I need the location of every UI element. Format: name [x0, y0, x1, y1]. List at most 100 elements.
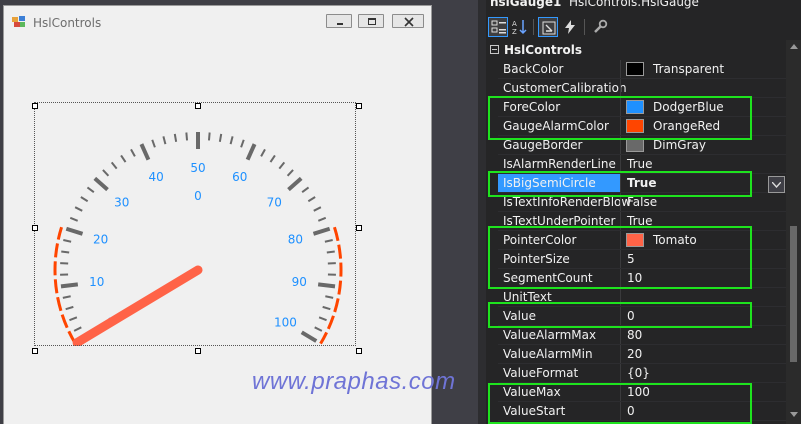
svg-text:Z: Z [512, 28, 517, 35]
minimize-button[interactable] [326, 14, 352, 28]
property-value[interactable]: {0} [627, 366, 650, 380]
property-value[interactable]: DimGray [653, 138, 706, 152]
resize-handle-top-left[interactable] [32, 103, 38, 109]
maximize-button[interactable] [358, 14, 384, 28]
property-value[interactable]: 80 [627, 328, 642, 342]
panel-splitter[interactable] [478, 0, 486, 424]
property-value[interactable]: 10 [627, 271, 642, 285]
property-row[interactable]: PointerColor Tomato [498, 231, 786, 250]
column-divider [620, 345, 621, 363]
property-value[interactable]: True [627, 176, 656, 190]
property-row[interactable]: IsTextUnderPointer True [498, 212, 786, 231]
collapse-icon[interactable] [490, 45, 499, 54]
property-value[interactable]: False [627, 195, 657, 209]
column-divider [620, 269, 621, 287]
column-divider [620, 402, 621, 420]
object-name: hslGauge1 [490, 0, 562, 9]
property-name: ForeColor [503, 100, 561, 114]
property-value[interactable]: 100 [627, 385, 650, 399]
property-row[interactable]: Value 0 [498, 307, 786, 326]
resize-handle-top-right[interactable] [356, 103, 362, 109]
property-name: ValueFormat [503, 366, 579, 380]
property-name: ValueAlarmMin [503, 347, 593, 361]
color-swatch [626, 62, 644, 76]
color-swatch [626, 233, 644, 247]
object-selector[interactable]: hslGauge1 HslControls.HslGauge [486, 0, 801, 10]
property-name: ValueAlarmMax [503, 328, 597, 342]
alphabetical-icon: A Z [512, 20, 527, 35]
resize-handle-bottom-left[interactable] [32, 348, 38, 354]
properties-panel: hslGauge1 HslControls.HslGauge A Z HslCo… [486, 0, 801, 424]
properties-button[interactable] [538, 17, 558, 37]
property-name: GaugeBorder [503, 138, 583, 152]
property-name: GaugeAlarmColor [503, 119, 609, 133]
property-value[interactable]: Tomato [653, 233, 697, 247]
properties-scrollbar[interactable] [786, 40, 801, 424]
color-swatch [626, 100, 644, 114]
property-value[interactable]: 20 [627, 347, 642, 361]
property-value[interactable]: True [627, 214, 653, 228]
property-row[interactable]: IsBigSemiCircle True [498, 174, 786, 193]
property-name: CustomerCalibration [503, 81, 627, 95]
property-name: BackColor [503, 62, 564, 76]
property-row[interactable]: ValueAlarmMin 20 [498, 345, 786, 364]
property-row[interactable]: ValueMax 100 [498, 383, 786, 402]
category-hslcontrols[interactable]: HslControls [486, 41, 786, 60]
resize-handle-bottom[interactable] [195, 348, 201, 354]
property-name: ValueMax [503, 385, 561, 399]
column-divider [620, 60, 621, 78]
events-button[interactable] [560, 17, 580, 37]
resize-handle-left[interactable] [32, 225, 38, 231]
property-row[interactable]: CustomerCalibration [498, 79, 786, 98]
toolbar-separator [533, 19, 534, 35]
property-row[interactable]: ValueStart 0 [498, 402, 786, 421]
wrench-icon [594, 19, 608, 33]
property-row[interactable]: GaugeAlarmColor OrangeRed [498, 117, 786, 136]
property-row[interactable]: GaugeBorder DimGray [498, 136, 786, 155]
property-row[interactable]: PointerSize 5 [498, 250, 786, 269]
property-row[interactable]: IsTextInfoRenderBlow False [498, 193, 786, 212]
categorized-button[interactable] [488, 17, 508, 37]
maximize-icon [368, 18, 376, 25]
close-icon [404, 17, 414, 27]
scroll-up-icon[interactable] [790, 44, 798, 49]
property-row[interactable]: ForeColor DodgerBlue [498, 98, 786, 117]
resize-handle-top[interactable] [195, 103, 201, 109]
property-value[interactable]: 0 [627, 404, 635, 418]
close-button[interactable] [392, 14, 424, 28]
property-value[interactable]: True [627, 157, 653, 171]
property-value[interactable]: OrangeRed [653, 119, 720, 133]
object-type: HslControls.HslGauge [569, 0, 699, 9]
property-name: IsAlarmRenderLine [503, 157, 616, 171]
form-titlebar[interactable]: HslControls [4, 6, 431, 36]
property-pages-button[interactable] [590, 17, 610, 37]
column-divider [620, 155, 621, 173]
alphabetical-button[interactable]: A Z [510, 17, 530, 37]
column-divider [620, 383, 621, 401]
property-value[interactable]: 0 [627, 309, 635, 323]
property-value[interactable]: Transparent [653, 62, 724, 76]
property-name: PointerColor [503, 233, 577, 247]
column-divider [620, 79, 621, 97]
property-row[interactable]: SegmentCount 10 [498, 269, 786, 288]
designer-surface: HslControls 01020304050607080901000 www.… [0, 0, 478, 424]
property-row[interactable]: UnitText [498, 288, 786, 307]
property-row[interactable]: IsAlarmRenderLine True [498, 155, 786, 174]
property-value[interactable]: 5 [627, 252, 635, 266]
property-value[interactable]: DodgerBlue [653, 100, 724, 114]
property-row[interactable]: ValueFormat {0} [498, 364, 786, 383]
value-dropdown-button[interactable] [768, 176, 785, 193]
property-name: SegmentCount [503, 271, 593, 285]
scroll-down-icon[interactable] [790, 412, 798, 417]
property-row[interactable]: ValueAlarmMax 80 [498, 326, 786, 345]
property-row[interactable]: BackColor Transparent [498, 60, 786, 79]
column-divider [620, 250, 621, 268]
property-name: IsBigSemiCircle [503, 176, 596, 190]
resize-handle-bottom-right[interactable] [356, 348, 362, 354]
app-icon [12, 16, 25, 27]
scroll-thumb[interactable] [790, 226, 797, 362]
minimize-icon [337, 23, 343, 25]
resize-handle-right[interactable] [356, 225, 362, 231]
categorized-icon [491, 20, 506, 34]
chevron-down-icon [772, 182, 781, 188]
